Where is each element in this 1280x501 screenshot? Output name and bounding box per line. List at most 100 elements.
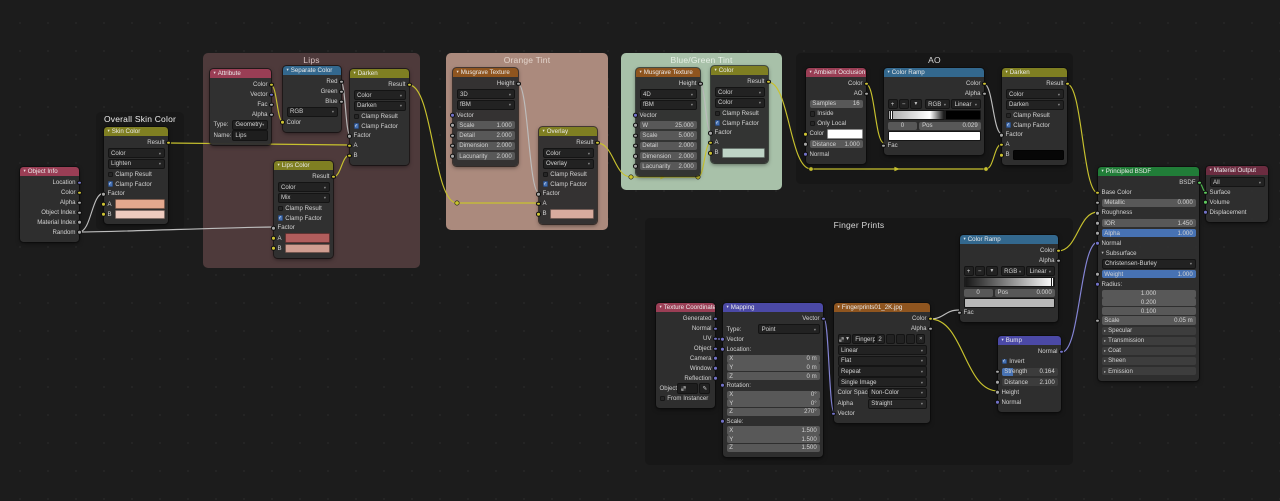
node-header-color-9[interactable]: ▾Color — [711, 66, 768, 75]
a-socket[interactable] — [347, 144, 352, 149]
dropdown-color[interactable]: Color▾ — [278, 182, 330, 192]
b-socket[interactable] — [271, 246, 276, 251]
window-socket[interactable] — [713, 366, 718, 371]
result-socket[interactable] — [331, 175, 336, 180]
location-socket[interactable] — [720, 347, 725, 352]
dropdown-3d[interactable]: 3D▾ — [457, 89, 515, 99]
chevron-down-icon[interactable]: ▾ — [278, 163, 280, 167]
node-color-ramp-13[interactable]: ▾Color RampColorAlpha+−▾RGB▾Linear▾0Pos0… — [960, 235, 1058, 322]
node-separate-color-3[interactable]: ▾Separate ColorRedGreenBlueRGB▾Color — [283, 66, 341, 132]
duplicate-icon[interactable] — [896, 334, 905, 344]
node-object-info-0[interactable]: ▾Object InfoLocationColorAlphaObject Ind… — [20, 167, 79, 242]
dropdown-color[interactable]: Color▾ — [715, 87, 765, 97]
green-socket[interactable] — [339, 89, 344, 94]
metallic-value-slider[interactable]: Metallic0.000 — [1102, 199, 1196, 207]
node-header-ambient-occlusion-10[interactable]: ▾Ambient Occlusion — [806, 68, 866, 77]
chevron-down-icon[interactable]: ▾ — [354, 71, 356, 75]
dropdown-fbm[interactable]: fBM▾ — [640, 100, 697, 110]
b-socket[interactable] — [536, 212, 541, 217]
metallic-socket[interactable] — [1095, 201, 1100, 206]
x-value-slider[interactable]: X1.500 — [727, 426, 820, 434]
radius-socket[interactable] — [1095, 282, 1100, 287]
blue-socket[interactable] — [339, 99, 344, 104]
dropdown-non-color[interactable]: Non-Color▾ — [868, 388, 927, 398]
z-value-slider[interactable]: Z270° — [727, 408, 820, 416]
w-socket[interactable] — [633, 123, 638, 128]
alpha-socket[interactable] — [928, 326, 933, 331]
result-socket[interactable] — [166, 141, 171, 146]
unlink-image-button[interactable]: × — [916, 334, 925, 344]
height-socket[interactable] — [698, 82, 703, 87]
samples-value-slider[interactable]: Samples16 — [810, 100, 863, 108]
w-value-slider[interactable]: W25.000 — [640, 121, 697, 129]
open-folder-icon[interactable] — [906, 334, 915, 344]
node-overlay-7[interactable]: ▾OverlayResultColor▾Overlay▾Clamp Result… — [539, 127, 597, 224]
lacunarity-socket[interactable] — [450, 154, 455, 159]
node-fingerprints01-2k-jpg-16[interactable]: ▾Fingerprints01_2K.jpgColorAlpha▾Fingerp… — [834, 303, 930, 423]
chevron-down-icon[interactable]: ▾ — [108, 129, 110, 133]
result-socket[interactable] — [407, 83, 412, 88]
b-socket[interactable] — [101, 212, 106, 217]
normal-socket[interactable] — [803, 152, 808, 157]
color-socket[interactable] — [803, 132, 808, 137]
y-value-slider[interactable]: Y0° — [727, 399, 820, 407]
factor-socket[interactable] — [271, 226, 276, 231]
random-socket[interactable] — [77, 230, 82, 235]
users-count-button[interactable]: 2 — [876, 334, 885, 344]
generated-socket[interactable] — [713, 317, 718, 322]
clamp-factor-checkbox[interactable]: ✓ — [278, 215, 283, 220]
dropdown-color[interactable]: Color▾ — [1006, 89, 1064, 99]
color-socket[interactable] — [77, 190, 82, 195]
alpha-socket[interactable] — [982, 91, 987, 96]
fac-socket[interactable] — [881, 143, 886, 148]
chevron-down-icon[interactable]: ▾ — [24, 169, 26, 173]
node-skin-color-1[interactable]: ▾Skin ColorResultColor▾Lighten▾Clamp Res… — [104, 127, 168, 224]
base-color-socket[interactable] — [1095, 190, 1100, 195]
result-socket[interactable] — [595, 141, 600, 146]
rotation-socket[interactable] — [720, 383, 725, 388]
node-color-9[interactable]: ▾ColorResultColor▾Color▾Clamp Result✓Cla… — [711, 66, 768, 163]
scale-socket[interactable] — [450, 123, 455, 128]
ramp-tools-menu[interactable]: ▾ — [910, 99, 922, 109]
a-socket[interactable] — [101, 202, 106, 207]
b-socket[interactable] — [708, 151, 713, 156]
vector-socket[interactable] — [831, 412, 836, 417]
stop-position-field[interactable]: Pos0.000 — [995, 289, 1055, 297]
b-socket[interactable] — [999, 153, 1004, 158]
color-ramp-gradient[interactable] — [888, 110, 981, 121]
node-header-fingerprints01-2k-jpg-16[interactable]: ▾Fingerprints01_2K.jpg — [834, 303, 930, 312]
result-socket[interactable] — [766, 80, 771, 85]
color-mode-dropdown[interactable]: RGB▾ — [1001, 266, 1025, 276]
result-socket[interactable] — [1065, 82, 1070, 87]
node-header-musgrave-texture-6[interactable]: ▾Musgrave Texture — [453, 68, 518, 77]
factor-socket[interactable] — [347, 134, 352, 139]
node-principled-bsdf-18[interactable]: ▾Principled BSDFBSDFBase ColorMetallic0.… — [1098, 167, 1199, 381]
collapsed-panel-sheen[interactable]: ▸Sheen — [1102, 357, 1196, 365]
displacement-socket[interactable] — [1203, 210, 1208, 215]
clamp-result-checkbox[interactable] — [543, 172, 548, 177]
scale-socket[interactable] — [1095, 318, 1100, 323]
value-field[interactable]: 0.200 — [1102, 298, 1196, 306]
y-value-slider[interactable]: Y1.500 — [727, 435, 820, 443]
volume-socket[interactable] — [1203, 200, 1208, 205]
chevron-down-icon[interactable]: ▾ — [287, 68, 289, 72]
dropdown-linear[interactable]: Linear▾ — [838, 345, 927, 355]
clamp-result-checkbox[interactable] — [354, 114, 359, 119]
node-texture-coordinate-14[interactable]: ▾Texture CoordinateGeneratedNormalUVObje… — [656, 303, 715, 408]
detail-value-slider[interactable]: Detail2.000 — [640, 142, 697, 150]
color-socket[interactable] — [269, 83, 274, 88]
node-header-color-ramp-11[interactable]: ▾Color Ramp — [884, 68, 984, 77]
clamp-factor-checkbox[interactable]: ✓ — [108, 181, 113, 186]
node-header-principled-bsdf-18[interactable]: ▾Principled BSDF — [1098, 167, 1199, 176]
node-header-overlay-7[interactable]: ▾Overlay — [539, 127, 597, 136]
detail-socket[interactable] — [633, 144, 638, 149]
add-stop-button[interactable]: + — [964, 266, 974, 276]
weight-socket[interactable] — [1095, 272, 1100, 277]
surface-socket[interactable] — [1203, 190, 1208, 195]
dropdown-mix[interactable]: Mix▾ — [278, 193, 330, 203]
factor-socket[interactable] — [708, 131, 713, 136]
ramp-stop-handle[interactable] — [1051, 277, 1054, 288]
ao-socket[interactable] — [864, 91, 869, 96]
ramp-stop-handle[interactable] — [964, 277, 967, 288]
scale-socket[interactable] — [720, 419, 725, 424]
